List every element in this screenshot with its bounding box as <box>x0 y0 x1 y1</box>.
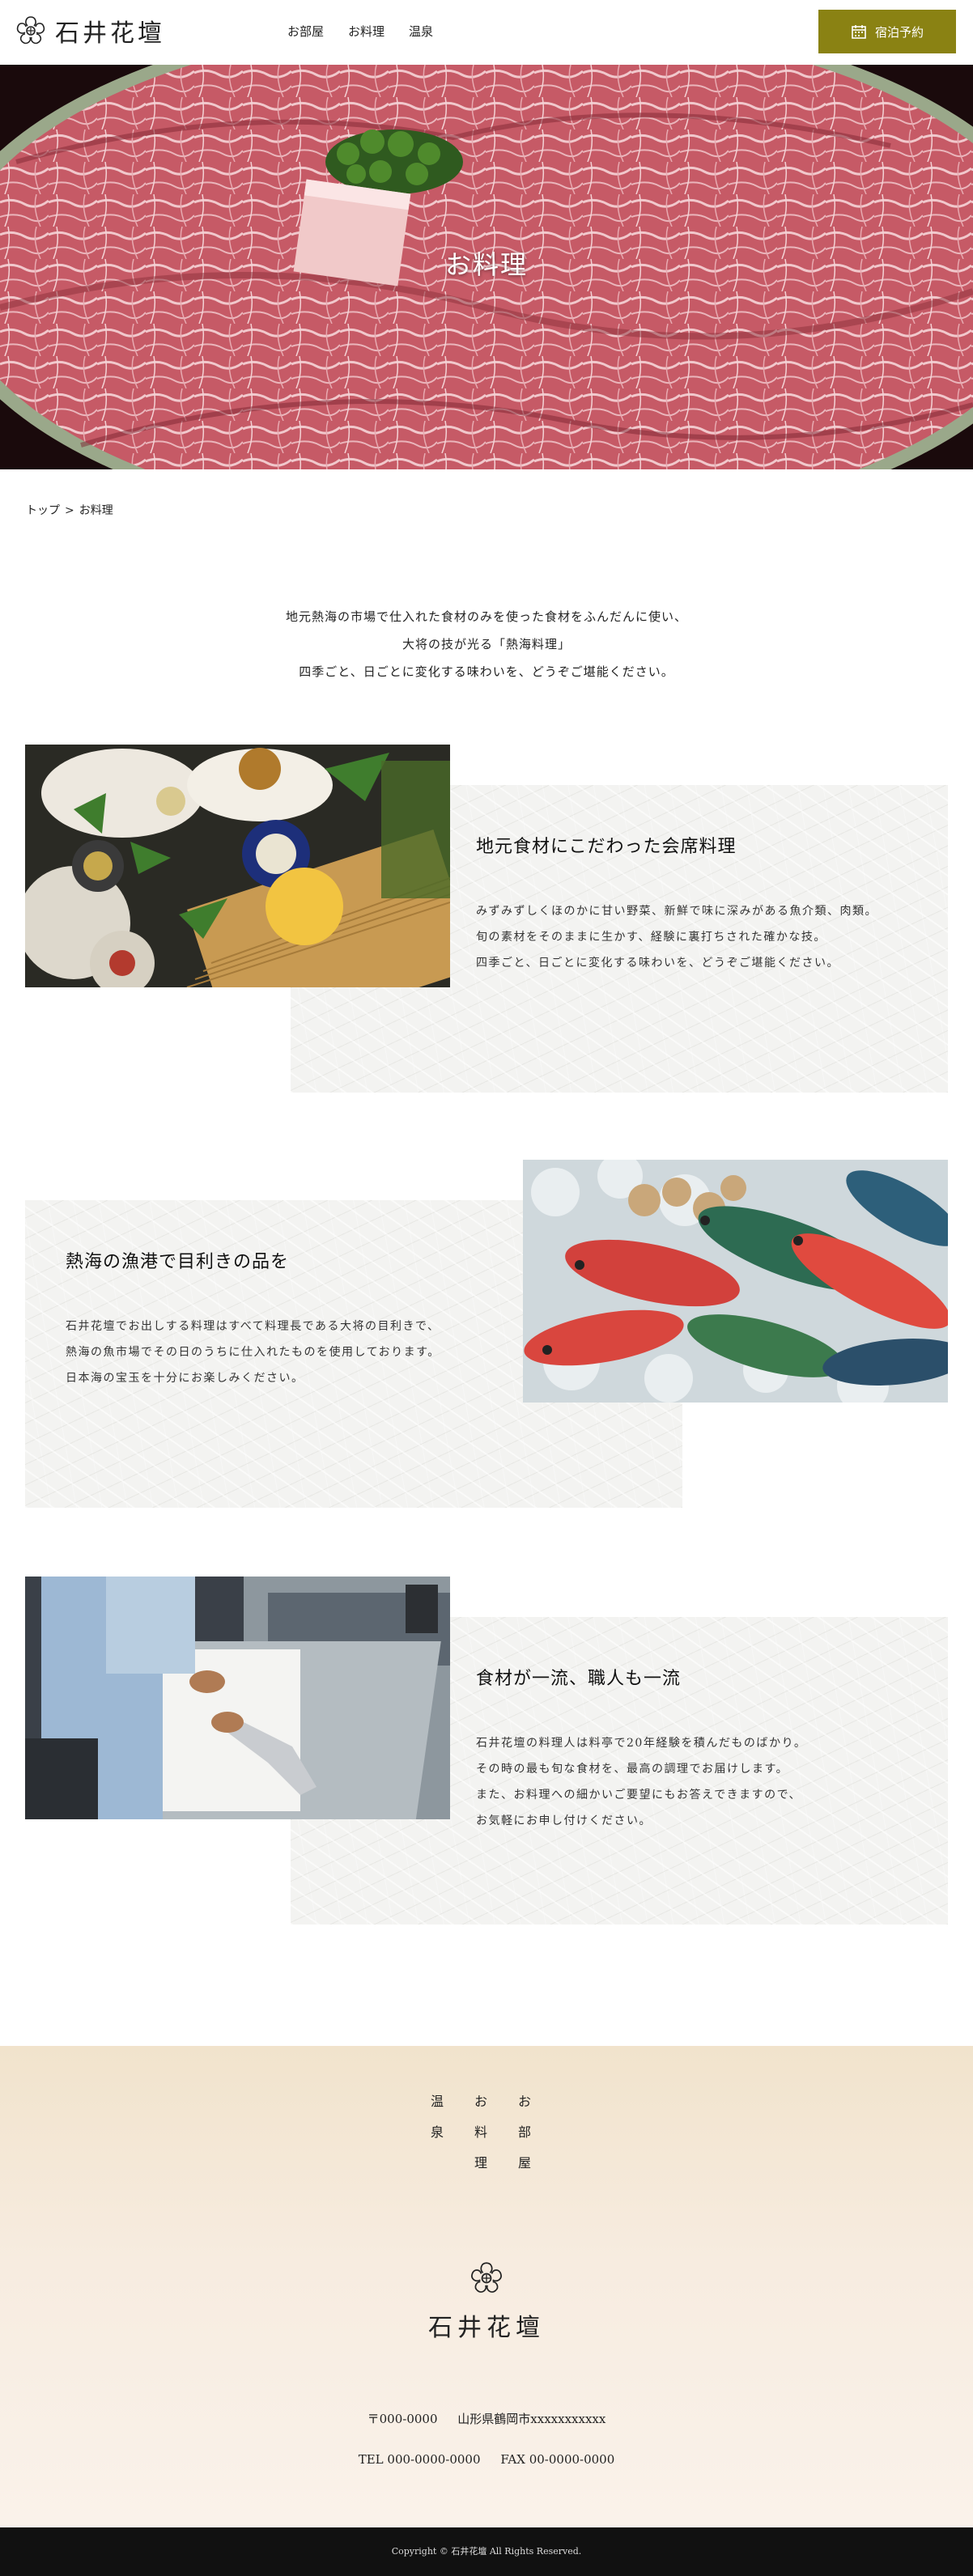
footer-logo-text: 石井花壇 <box>428 2314 545 2342</box>
section-text: みずみずしくほのかに甘い野菜、新鮮で味に深みがある魚介類、肉類。 旬の素材をその… <box>476 898 877 976</box>
hero-image: お料理 <box>0 65 973 469</box>
section-line: お気軽にお申し付けください。 <box>476 1814 652 1827</box>
footer-nav-char: 料 <box>474 2124 488 2140</box>
section-title: 食材が一流、職人も一流 <box>476 1669 682 1689</box>
footer-nav-char: 泉 <box>431 2124 444 2140</box>
address: 山形県鶴岡市xxxxxxxxxxx <box>457 2412 606 2426</box>
intro-text: 地元熱海の市場で仕入れた食材のみを使った食材をふんだんに使い、 大将の技が光る「… <box>0 603 973 685</box>
section-line: 日本海の宝玉を十分にお楽しみください。 <box>66 1372 304 1385</box>
main-nav: お部屋 お料理 温泉 <box>287 23 433 40</box>
calendar-icon <box>852 25 866 39</box>
copyright-text: Copyright © 石井花壇 All Rights Reserved. <box>391 2546 582 2557</box>
site-header: 石井花壇 お部屋 お料理 温泉 宿泊予約 <box>0 0 973 65</box>
section-line: 熱海の魚市場でその日のうちに仕入れたものを使用しております。 <box>66 1346 440 1359</box>
section-text: 石井花壇の料理人は料亭で20年経験を積んだものばかり。 その時の最も旬な食材を、… <box>476 1730 806 1834</box>
section-title: 地元食材にこだわった会席料理 <box>476 837 737 857</box>
nav-item-cuisine[interactable]: お料理 <box>348 23 385 40</box>
page-title: お料理 <box>444 249 528 280</box>
postal-code: 〒000-0000 <box>367 2412 438 2426</box>
reserve-button[interactable]: 宿泊予約 <box>818 10 956 53</box>
fish-market-photo <box>523 1160 948 1403</box>
copyright-bar: Copyright © 石井花壇 All Rights Reserved. <box>0 2527 973 2576</box>
footer-nav-char: 理 <box>474 2155 488 2171</box>
chef-photo <box>25 1577 450 1819</box>
flower-crest-icon <box>16 16 45 45</box>
intro-line: 大将の技が光る「熱海料理」 <box>402 637 571 651</box>
footer-nav: 温 泉 お 料 理 お 部 屋 <box>431 2090 531 2171</box>
reserve-label: 宿泊予約 <box>874 24 924 40</box>
footer-nav-cuisine[interactable]: お 料 理 <box>474 2090 487 2171</box>
footer-contact: TEL 000-0000-0000 FAX 00-0000-0000 <box>0 2452 973 2467</box>
section-line: また、お料理への細かいご要望にもお答えできますので、 <box>476 1789 802 1802</box>
nav-item-rooms[interactable]: お部屋 <box>287 23 324 40</box>
intro-line: 地元熱海の市場で仕入れた食材のみを使った食材をふんだんに使い、 <box>285 609 687 624</box>
footer-nav-char: お <box>518 2094 532 2109</box>
section-line: 四季ごと、日ごとに変化する味わいを、どうぞご堪能ください。 <box>476 957 839 970</box>
section-line: 旬の素材をそのままに生かす、経験に裏打ちされた確かな技。 <box>476 931 826 944</box>
nav-item-onsen[interactable]: 温泉 <box>409 23 433 40</box>
breadcrumb-separator: > <box>65 504 74 517</box>
breadcrumb-current: お料理 <box>79 504 113 517</box>
fax: FAX 00-0000-0000 <box>500 2452 615 2467</box>
section-line: 石井花壇の料理人は料亭で20年経験を積んだものばかり。 <box>476 1737 807 1750</box>
section-text: 石井花壇でお出しする料理はすべて料理長である大将の目利きで、 熱海の魚市場でその… <box>66 1313 440 1391</box>
section-line: みずみずしくほのかに甘い野菜、新鮮で味に深みがある魚介類、肉類。 <box>476 905 877 918</box>
breadcrumb-home[interactable]: トップ <box>26 504 60 517</box>
footer-nav-rooms[interactable]: お 部 屋 <box>518 2090 531 2171</box>
flower-crest-icon <box>471 2262 502 2293</box>
footer-nav-char: 屋 <box>518 2155 532 2171</box>
footer-nav-char: 温 <box>431 2094 444 2109</box>
tel: TEL 000-0000-0000 <box>358 2452 481 2467</box>
intro-line: 四季ごと、日ごとに変化する味わいを、どうぞご堪能ください。 <box>299 664 674 679</box>
footer-logo[interactable]: 石井花壇 <box>0 2260 973 2343</box>
breadcrumb: トップ > お料理 <box>26 502 113 518</box>
footer-nav-onsen[interactable]: 温 泉 <box>431 2090 444 2171</box>
footer-nav-char: 部 <box>518 2124 532 2140</box>
kaiseki-photo <box>25 745 450 987</box>
site-footer: 温 泉 お 料 理 お 部 屋 石井花壇 〒000-0000 山形県鶴岡市xxx… <box>0 2046 973 2527</box>
footer-nav-char: お <box>474 2094 488 2109</box>
section-line: 石井花壇でお出しする料理はすべて料理長である大将の目利きで、 <box>66 1320 440 1333</box>
logo[interactable]: 石井花壇 <box>15 13 165 49</box>
footer-address: 〒000-0000 山形県鶴岡市xxxxxxxxxxx <box>0 2410 973 2427</box>
section-line: その時の最も旬な食材を、最高の調理でお届けします。 <box>476 1763 789 1776</box>
section-title: 熱海の漁港で目利きの品を <box>66 1252 290 1272</box>
logo-text: 石井花壇 <box>55 19 165 48</box>
